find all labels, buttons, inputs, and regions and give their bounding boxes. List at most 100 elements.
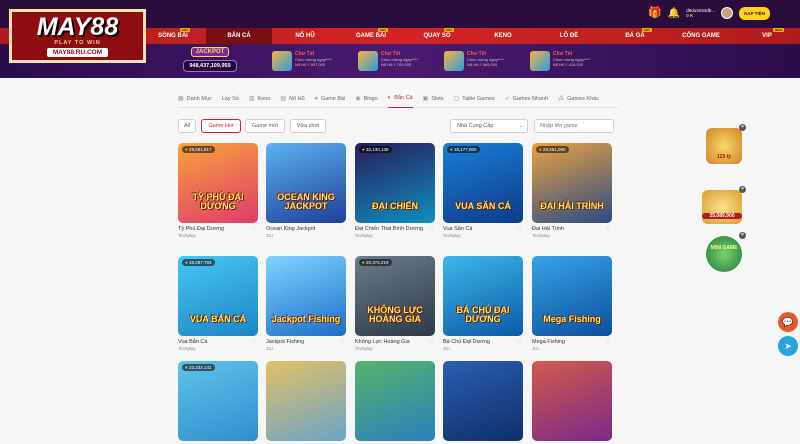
close-icon[interactable]: ×	[739, 232, 746, 239]
game-name[interactable]: Đại Hải Trình	[532, 226, 612, 233]
hot-badge: HOT	[179, 28, 190, 32]
nav-item-lo-de[interactable]: LÔ ĐỀ	[536, 28, 602, 44]
chat-icon[interactable]: 💬	[778, 312, 798, 332]
nav-item-song-bai[interactable]: SÒNG BÀI HOT	[140, 28, 206, 44]
game-card[interactable]	[532, 361, 612, 444]
slots-icon: ▣	[422, 96, 429, 102]
telegram-icon[interactable]: ➤	[778, 336, 798, 356]
game-name[interactable]: Tỷ Phú Đại Dương	[178, 226, 258, 233]
favorite-heart-icon[interactable]: ♡	[516, 339, 522, 346]
provider-select[interactable]: Nhà Cung Cấp ⌄	[450, 119, 528, 133]
tab-slots[interactable]: ▣ Slots	[423, 90, 444, 108]
game-name[interactable]: Vua Bắn Cá	[178, 339, 258, 346]
favorite-heart-icon[interactable]: ♡	[251, 339, 257, 346]
nav-item-da-ga[interactable]: ĐÁ GÀ HOT	[602, 28, 668, 44]
game-thumbnail[interactable]: 29,591,817 TỶ PHÚ ĐẠI DƯƠNG	[178, 143, 258, 223]
nav-item-keno[interactable]: KENO	[470, 28, 536, 44]
game-thumbnail[interactable]: Mega Fishing	[532, 256, 612, 336]
winner-card[interactable]: Chư Tết Chúc mừng ngay**** Nổ Hũ ₫ 418,000	[530, 51, 602, 73]
avatar[interactable]	[721, 7, 734, 19]
nav-item-game-bai[interactable]: GAME BÀI HOT	[338, 28, 404, 44]
game-thumbnail[interactable]	[532, 361, 612, 441]
close-icon[interactable]: ×	[739, 124, 746, 131]
nav-item-quay-so[interactable]: QUAY SỐ HOT	[404, 28, 470, 44]
game-thumbnail[interactable]: Jackpot Fishing	[266, 256, 346, 336]
game-card[interactable]: 29,551,060 ĐẠI HẢI TRÌNH Đại Hải TrìnhTech…	[532, 143, 612, 239]
winner-card[interactable]: Chư Tết Chúc mừng ngay**** Nổ Hũ ₫ 907,000	[272, 51, 344, 73]
game-thumbnail[interactable]: 20,374,219 KHÔNG LỰC HOÀNG GIA	[355, 256, 435, 336]
favorite-heart-icon[interactable]: ♡	[605, 226, 611, 233]
game-card[interactable]	[443, 361, 523, 444]
game-name[interactable]: Bá Chủ Đại Dương	[443, 339, 523, 346]
game-name[interactable]: Ocean King Jackpot	[266, 226, 346, 233]
game-card[interactable]: 32,130,138 ĐẠI CHIẾN Đại Chiến Thái Bình D…	[355, 143, 435, 239]
game-name[interactable]: Vua Săn Cá	[443, 226, 523, 233]
game-name[interactable]: Đại Chiến Thái Bình Dương	[355, 226, 435, 233]
game-card[interactable]: 18,177,800 VUA SĂN CÁ Vua Săn CáTechplay ♡	[443, 143, 523, 239]
filter-game-hot[interactable]: Game Hot	[201, 119, 241, 133]
favorite-heart-icon[interactable]: ♡	[251, 226, 257, 233]
game-name[interactable]: Không Lực Hoàng Gia	[355, 339, 435, 346]
favorite-heart-icon[interactable]: ♡	[339, 339, 345, 346]
winner-card[interactable]: Chư Tết Chúc mừng ngay**** Nổ Hũ ₫ 565,000	[444, 51, 516, 73]
nav-item-cong-game[interactable]: CỔNG GAME	[668, 28, 734, 44]
filter-vua-choi[interactable]: Vừa chơi	[290, 119, 326, 133]
game-thumbnail[interactable]: BÁ CHỦ ĐẠI DƯƠNG	[443, 256, 523, 336]
game-thumbnail[interactable]: OCEAN KING JACKPOT	[266, 143, 346, 223]
game-card[interactable]: Jackpot Fishing Jackpot Fishing JILI ♡	[266, 256, 346, 352]
game-card[interactable]: OCEAN KING JACKPOT Ocean King Jackpot JILI…	[266, 143, 346, 239]
may88-logo[interactable]: MAY88 PLAY TO WIN MAY88.RU.COM	[9, 9, 146, 63]
search-input[interactable]	[534, 119, 614, 133]
tab-ban-ca[interactable]: ◐ Bắn Cá	[387, 90, 413, 108]
filter-game-moi[interactable]: Game mới	[245, 119, 285, 133]
favorite-heart-icon[interactable]: ♡	[516, 226, 522, 233]
jackpot-widget[interactable]: JACKPOT 948,437,109,959	[183, 47, 237, 74]
game-thumbnail[interactable]	[443, 361, 523, 441]
game-card[interactable]: 20,374,219 KHÔNG LỰC HOÀNG GIA Không Lực H…	[355, 256, 435, 352]
side-promo-mini-game[interactable]: × MINI GAME	[706, 232, 746, 272]
game-card[interactable]: BÁ CHỦ ĐẠI DƯƠNG Bá Chủ Đại Dương JILI ♡	[443, 256, 523, 352]
winner-card[interactable]: Chư Tết Chúc mừng ngay**** Nổ Hũ ₫ 700,000	[358, 51, 430, 73]
game-thumbnail[interactable]	[266, 361, 346, 441]
user-info[interactable]: d9du3n53db... 0 K	[686, 8, 715, 19]
game-provider: Techplay	[355, 233, 373, 238]
game-thumbnail[interactable]: 18,297,793 VUA BẮN CÁ	[178, 256, 258, 336]
game-card[interactable]: 22,232,141	[178, 361, 258, 444]
game-thumbnail[interactable]: 32,130,138 ĐẠI CHIẾN	[355, 143, 435, 223]
tab-no-hu[interactable]: ▤ Nổ Hũ	[280, 90, 304, 108]
game-thumbnail[interactable]: 22,232,141	[178, 361, 258, 441]
close-icon[interactable]: ×	[739, 186, 746, 193]
favorite-heart-icon[interactable]: ♡	[428, 226, 434, 233]
nav-item-vip[interactable]: VIP NEW	[734, 28, 800, 44]
tab-game-bai[interactable]: ♠ Game Bài	[315, 90, 346, 108]
deposit-button[interactable]: NẠP TIỀN	[739, 6, 770, 20]
nav-item-ban-ca[interactable]: BẮN CÁ	[206, 28, 272, 44]
game-card[interactable]: 29,591,817 TỶ PHÚ ĐẠI DƯƠNG Tỷ Phú Đại Dươ…	[178, 143, 258, 239]
game-provider: JILI	[266, 346, 274, 351]
tab-lay-so[interactable]: Lay Số	[222, 90, 239, 108]
filter-all[interactable]: All	[178, 119, 196, 133]
game-name[interactable]: Mega Fishing	[532, 339, 612, 346]
tab-games-khac[interactable]: ⁂ Games Khác	[558, 90, 599, 108]
side-promo-bonus[interactable]: × 25,089,900	[702, 186, 746, 224]
nav-item-no-hu[interactable]: NỔ HŨ	[272, 28, 338, 44]
bell-icon[interactable]: 🔔	[668, 8, 680, 19]
game-name[interactable]: Jackpot Fishing	[266, 339, 346, 346]
favorite-heart-icon[interactable]: ♡	[339, 226, 345, 233]
side-promo-jackpot[interactable]: × 125 tỷ	[706, 124, 746, 164]
game-card[interactable]: 18,297,793 VUA BẮN CÁ Vua Bắn CáTechplay ♡	[178, 256, 258, 352]
favorite-heart-icon[interactable]: ♡	[605, 339, 611, 346]
tab-danh-muc[interactable]: ▦ Danh Mục	[178, 90, 212, 108]
gift-icon[interactable]: 🎁	[648, 6, 662, 20]
game-card[interactable]	[266, 361, 346, 444]
game-thumbnail[interactable]: 18,177,800 VUA SĂN CÁ	[443, 143, 523, 223]
favorite-heart-icon[interactable]: ♡	[428, 339, 434, 346]
game-card[interactable]: Mega Fishing Mega Fishing JILI ♡	[532, 256, 612, 352]
game-card[interactable]	[355, 361, 435, 444]
game-thumbnail[interactable]	[355, 361, 435, 441]
tab-table-games[interactable]: ▢ Table Games	[454, 90, 495, 108]
tab-bingo[interactable]: ◉ Bingo	[355, 90, 377, 108]
tab-keno[interactable]: ▥ Keno	[249, 90, 271, 108]
game-thumbnail[interactable]: 29,551,060 ĐẠI HẢI TRÌNH	[532, 143, 612, 223]
tab-games-nhanh[interactable]: ➶ Games Nhanh	[505, 90, 549, 108]
